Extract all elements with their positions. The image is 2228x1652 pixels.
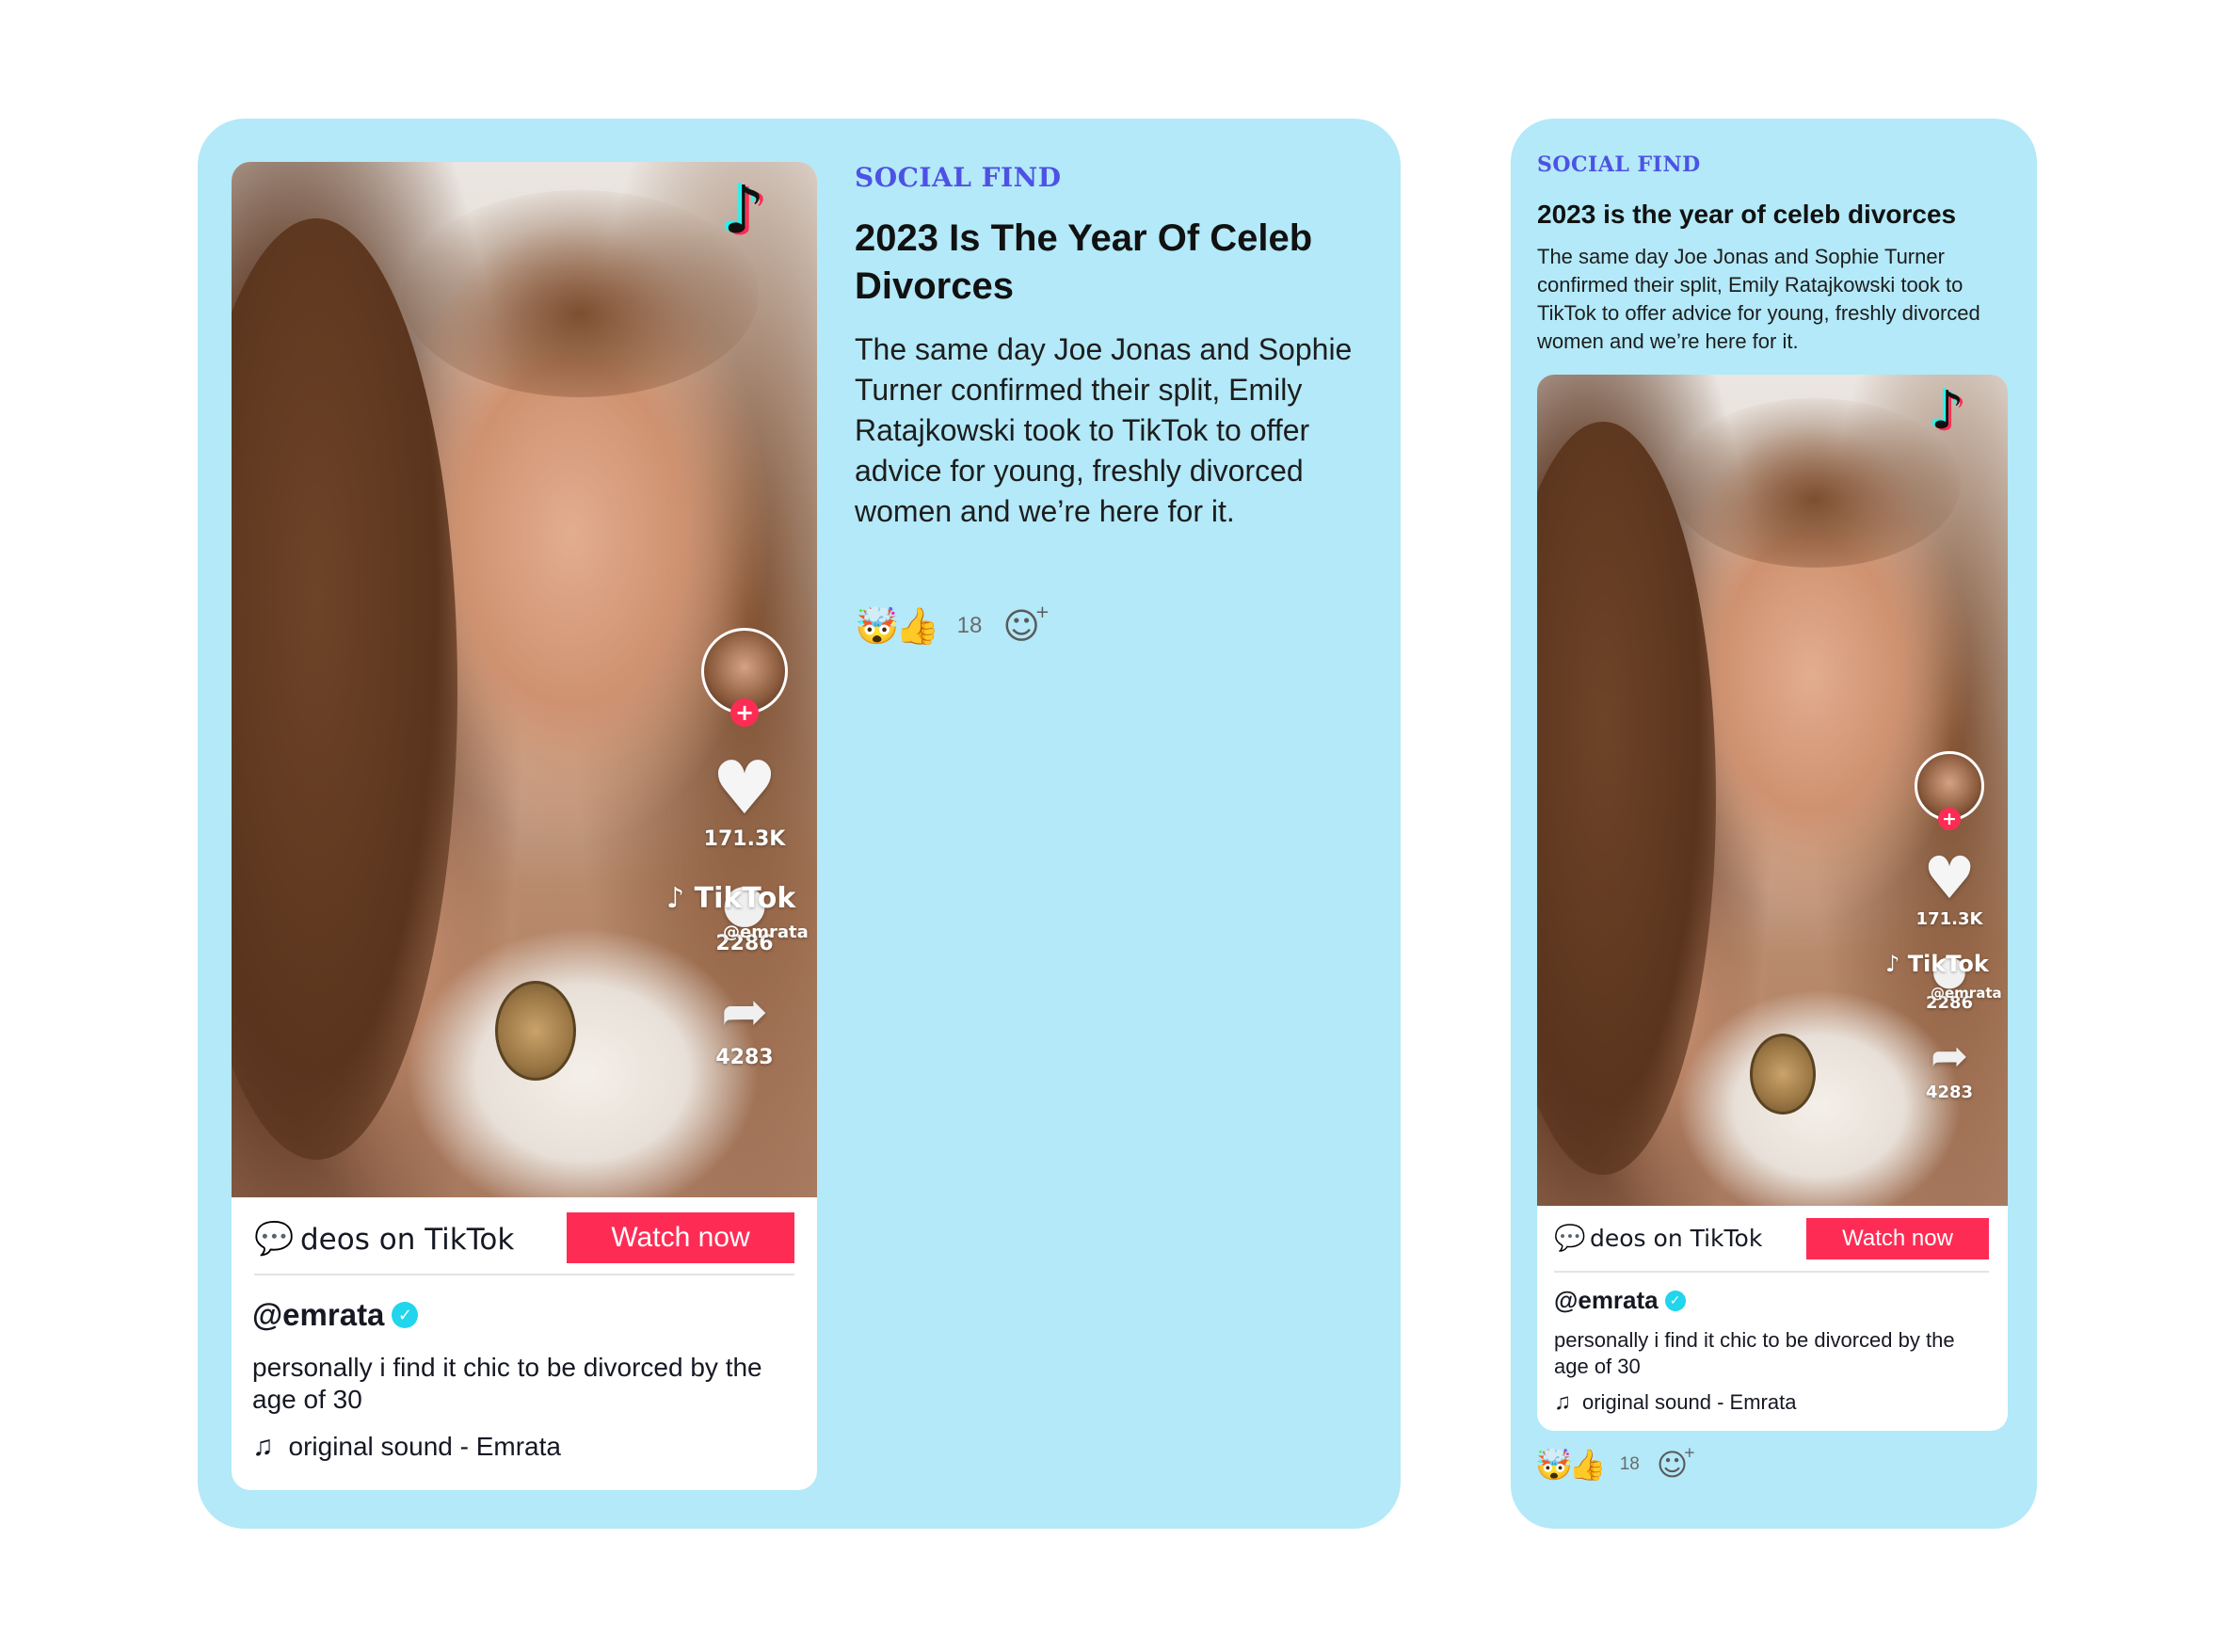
sound-name: original sound - Emrata <box>288 1432 561 1461</box>
dek: The same day Joe Jonas and Sophie Turner… <box>1537 245 1980 353</box>
action-rail: + ♥ 171.3K ● 2286 ➦ 4283 <box>697 628 792 1069</box>
video-pendant <box>495 981 576 1081</box>
likes-count: 171.3K <box>703 827 786 851</box>
thumbs-up-emoji-icon[interactable]: 👍 <box>895 608 939 644</box>
music-note-icon: ♫ <box>252 1431 274 1462</box>
tiktok-video[interactable]: ♪ + ♥ 171.3K ● 2286 ➦ 4283 ♪ TikTok @emr… <box>232 162 817 1197</box>
video-pendant <box>1750 1034 1816 1115</box>
verified-badge-icon: ✓ <box>392 1302 419 1328</box>
tiktok-watermark-note-icon: ♪ <box>666 882 685 915</box>
video-hair-shape <box>1537 422 1716 1175</box>
tiktok-embed[interactable]: ♪ + ♥ 171.3K ● 2286 ➦ 4283 ♪ TikTok @emr… <box>232 162 817 1490</box>
creator-avatar[interactable]: + <box>1915 751 1984 830</box>
watch-bar: 💬 deos on TikTok Watch now <box>1537 1206 2008 1272</box>
sound-row[interactable]: ♫ original sound - Emrata <box>1554 1389 1796 1416</box>
mind-blown-emoji-icon[interactable]: 🤯 <box>1535 1450 1573 1480</box>
heart-icon[interactable]: ♥ <box>1923 849 1976 907</box>
tiktok-watermark: ♪ TikTok <box>1885 951 1989 977</box>
watch-bar-text: deos on TikTok <box>300 1223 515 1257</box>
creator-handle[interactable]: @emrata <box>1554 1286 1659 1315</box>
video-caption: personally i find it chic to be divorced… <box>252 1353 762 1414</box>
shares-count: 4283 <box>715 1046 774 1069</box>
kicker: SOCIAL FIND <box>855 162 1062 193</box>
share-arrow-icon[interactable]: ➦ <box>721 984 768 1040</box>
share-arrow-icon[interactable]: ➦ <box>1931 1034 1968 1079</box>
follow-plus-icon[interactable]: + <box>730 698 759 727</box>
watch-bar-text: deos on TikTok <box>1590 1225 1763 1252</box>
watch-now-button[interactable]: Watch now <box>567 1212 794 1263</box>
music-note-icon: ♫ <box>1554 1389 1571 1415</box>
heart-icon[interactable]: ♥ <box>712 752 777 826</box>
tiktok-embed[interactable]: ♪ + ♥ 171.3K ● 2286 ➦ 4283 ♪ TikTok @emr… <box>1537 375 2008 1431</box>
likes-count: 171.3K <box>1915 909 1983 929</box>
reaction-count: 18 <box>1619 1454 1640 1474</box>
reactions-bar: 🤯 👍 18 ☺ + <box>855 604 1050 645</box>
tiktok-watermark: ♪ TikTok <box>666 882 795 915</box>
divider <box>1554 1271 1989 1273</box>
shares-count: 4283 <box>1925 1083 1974 1102</box>
tiktok-logo-icon[interactable]: ♪ <box>723 171 765 249</box>
mobile-article-card: SOCIAL FIND 2023 is the year of celeb di… <box>1511 119 2037 1529</box>
kicker: SOCIAL FIND <box>1537 152 1701 177</box>
handle-row: @emrata ✓ <box>1554 1286 1686 1315</box>
tiktok-watermark-user: @emrata <box>723 922 809 942</box>
dek: The same day Joe Jonas and Sophie Turner… <box>855 332 1353 528</box>
desktop-article-card: ♪ + ♥ 171.3K ● 2286 ➦ 4283 ♪ TikTok @emr… <box>198 119 1401 1529</box>
divider <box>254 1274 794 1275</box>
video-hair-shape <box>1669 398 1961 568</box>
reactions-bar: 🤯 👍 18 ☺ + <box>1535 1446 1695 1481</box>
action-rail: + ♥ 171.3K ● 2286 ➦ 4283 <box>1912 751 1987 1102</box>
headline: 2023 is the year of celeb divorces <box>1537 200 1957 229</box>
chat-bubble-icon: 💬 <box>1554 1224 1586 1253</box>
watch-now-button[interactable]: Watch now <box>1806 1218 1989 1259</box>
video-hair-shape <box>232 218 457 1160</box>
watch-bar: 💬 deos on TikTok Watch now <box>232 1197 817 1282</box>
handle-row: @emrata ✓ <box>252 1297 419 1333</box>
smiley-plus-icon[interactable]: ☺ + <box>1002 604 1050 645</box>
tiktok-watermark-text: TikTok <box>694 882 796 915</box>
thumbs-up-emoji-icon[interactable]: 👍 <box>1569 1450 1607 1480</box>
tiktok-video[interactable]: ♪ + ♥ 171.3K ● 2286 ➦ 4283 ♪ TikTok @emr… <box>1537 375 2008 1206</box>
verified-badge-icon: ✓ <box>1664 1290 1686 1311</box>
tiktok-logo-icon[interactable]: ♪ <box>1931 380 1964 441</box>
follow-plus-icon[interactable]: + <box>1938 808 1961 830</box>
sound-name: original sound - Emrata <box>1582 1390 1797 1414</box>
headline: 2023 Is The Year Of Celeb Divorces <box>855 217 1313 307</box>
tiktok-watermark-text: TikTok <box>1907 951 1989 977</box>
video-caption: personally i find it chic to be divorced… <box>1554 1328 1955 1378</box>
tiktok-watermark-note-icon: ♪ <box>1885 951 1900 977</box>
tiktok-watermark-user: @emrata <box>1931 985 2002 1002</box>
video-hair-shape <box>401 190 759 397</box>
creator-avatar[interactable]: + <box>701 628 788 727</box>
sound-row[interactable]: ♫ original sound - Emrata <box>252 1431 561 1463</box>
smiley-plus-icon[interactable]: ☺ + <box>1657 1446 1695 1481</box>
mind-blown-emoji-icon[interactable]: 🤯 <box>855 608 899 644</box>
chat-bubble-icon: 💬 <box>254 1220 295 1258</box>
reaction-count: 18 <box>956 613 983 638</box>
creator-handle[interactable]: @emrata <box>252 1297 384 1333</box>
